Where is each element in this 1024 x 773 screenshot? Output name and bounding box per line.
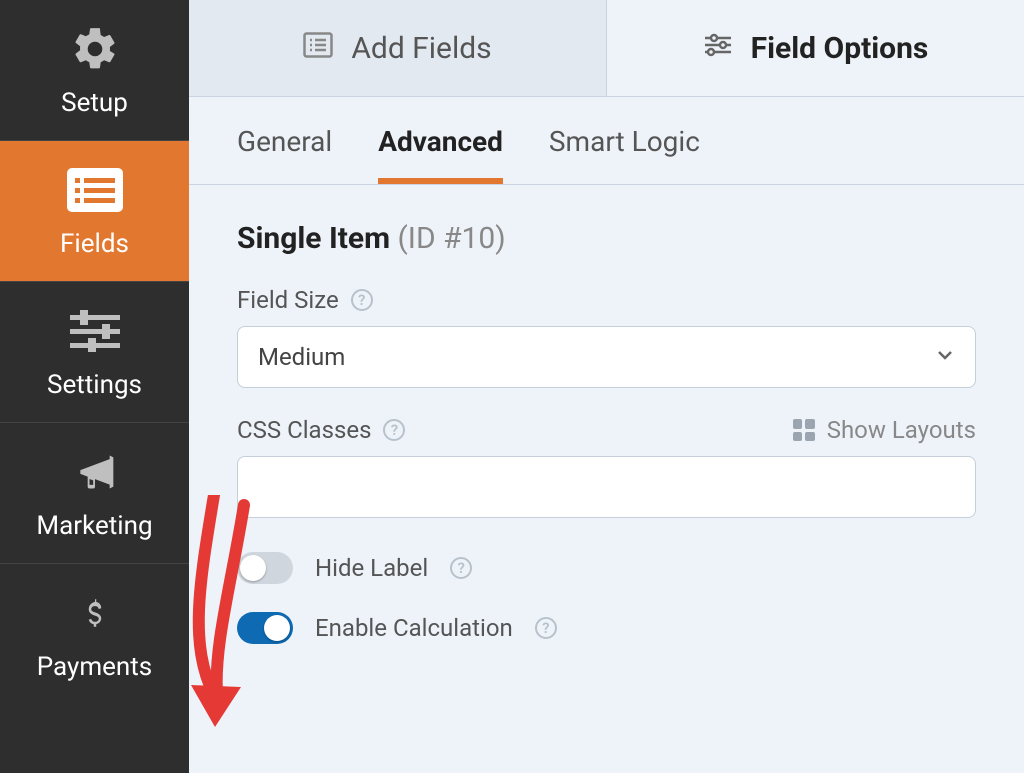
- tab-label: Add Fields: [351, 31, 491, 66]
- gear-icon: [70, 20, 120, 78]
- field-name: Single Item: [237, 221, 390, 256]
- nav-label: Marketing: [36, 511, 152, 541]
- subtab-general[interactable]: General: [237, 125, 332, 184]
- nav-label: Settings: [47, 370, 142, 400]
- select-value: Medium: [258, 343, 345, 371]
- nav-label: Payments: [37, 652, 152, 682]
- panel: Add Fields Field Options General Advance…: [189, 0, 1024, 773]
- nav-label: Fields: [60, 229, 129, 259]
- field-size-group: Field Size ? Medium: [237, 286, 976, 388]
- nav-marketing[interactable]: Marketing: [0, 423, 189, 564]
- help-icon[interactable]: ?: [450, 557, 472, 579]
- field-size-label: Field Size: [237, 286, 339, 314]
- grid-icon: [793, 419, 815, 441]
- help-icon[interactable]: ?: [351, 289, 373, 311]
- enable-calculation-text: Enable Calculation: [315, 614, 513, 642]
- sliders-icon: [70, 302, 120, 360]
- nav-setup[interactable]: Setup: [0, 0, 189, 141]
- tab-label: Field Options: [751, 31, 929, 66]
- enable-calculation-row: Enable Calculation ?: [237, 612, 976, 644]
- tab-field-options[interactable]: Field Options: [607, 0, 1024, 96]
- subtab-advanced[interactable]: Advanced: [378, 125, 503, 184]
- show-layouts-label: Show Layouts: [827, 416, 976, 444]
- form-list-icon: [303, 31, 333, 66]
- nav-fields[interactable]: Fields: [0, 141, 189, 282]
- dollar-icon: [80, 584, 110, 642]
- css-classes-group: CSS Classes ? Show Layouts: [237, 416, 976, 518]
- sliders-horizontal-icon: [703, 31, 733, 66]
- help-icon[interactable]: ?: [383, 419, 405, 441]
- sidebar: Setup Fields Settings Marketing Payments: [0, 0, 189, 773]
- enable-calculation-toggle[interactable]: [237, 612, 293, 644]
- css-classes-label: CSS Classes: [237, 416, 371, 444]
- chevron-down-icon: [935, 343, 955, 371]
- hide-label-toggle[interactable]: [237, 552, 293, 584]
- tab-add-fields[interactable]: Add Fields: [189, 0, 607, 96]
- list-icon: [67, 161, 123, 219]
- field-title: Single Item (ID #10): [237, 221, 976, 256]
- nav-settings[interactable]: Settings: [0, 282, 189, 423]
- top-tabs: Add Fields Field Options: [189, 0, 1024, 97]
- nav-label: Setup: [61, 88, 128, 118]
- content: Single Item (ID #10) Field Size ? Medium: [189, 185, 1024, 672]
- nav-payments[interactable]: Payments: [0, 564, 189, 704]
- css-classes-input[interactable]: [237, 456, 976, 518]
- help-icon[interactable]: ?: [535, 617, 557, 639]
- bullhorn-icon: [70, 443, 120, 501]
- subtab-smart-logic[interactable]: Smart Logic: [549, 125, 700, 184]
- hide-label-text: Hide Label: [315, 554, 428, 582]
- field-size-select[interactable]: Medium: [237, 326, 976, 388]
- hide-label-row: Hide Label ?: [237, 552, 976, 584]
- field-id: (ID #10): [390, 221, 506, 256]
- show-layouts-button[interactable]: Show Layouts: [793, 416, 976, 444]
- sub-tabs: General Advanced Smart Logic: [189, 97, 1024, 185]
